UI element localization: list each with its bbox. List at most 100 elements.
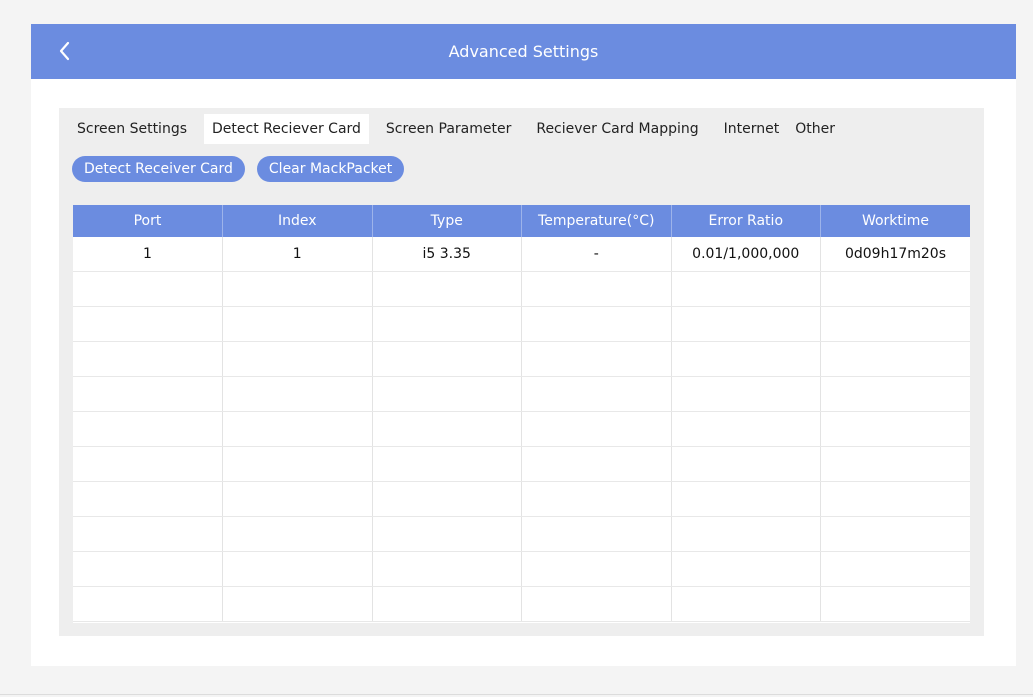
empty-cell: [521, 376, 672, 412]
empty-cell: [521, 551, 672, 587]
empty-cell: [73, 411, 223, 447]
cell-type: i5 3.35: [372, 237, 522, 272]
empty-cell: [73, 516, 223, 552]
empty-cell: [521, 481, 672, 517]
empty-cell: [222, 551, 373, 587]
table-row-empty: [73, 271, 970, 307]
table-row-empty: [73, 341, 970, 377]
tab-bar: Screen Settings Detect Reciever Card Scr…: [59, 108, 984, 144]
empty-cell: [671, 341, 821, 377]
action-buttons: Detect Receiver Card Clear MackPacket: [72, 156, 416, 182]
empty-cell: [222, 271, 373, 307]
receiver-card-table: Port Index Type Temperature(°C) Error Ra…: [73, 205, 970, 623]
empty-cell: [73, 481, 223, 517]
column-header-temperature: Temperature(°C): [521, 205, 672, 237]
cell-temperature: -: [521, 237, 672, 272]
column-header-index: Index: [222, 205, 373, 237]
empty-cell: [820, 551, 970, 587]
page-bottom-divider: [0, 694, 1033, 695]
empty-cell: [222, 411, 373, 447]
empty-cell: [73, 376, 223, 412]
table-row-empty: [73, 446, 970, 482]
tab-other[interactable]: Other: [787, 114, 843, 144]
column-header-type: Type: [372, 205, 522, 237]
empty-cell: [73, 341, 223, 377]
tab-screen-settings[interactable]: Screen Settings: [69, 114, 195, 144]
empty-cell: [671, 551, 821, 587]
empty-cell: [372, 411, 522, 447]
empty-cell: [372, 341, 522, 377]
table-row-empty: [73, 516, 970, 552]
empty-cell: [73, 271, 223, 307]
empty-cell: [521, 271, 672, 307]
table-row-empty: [73, 411, 970, 447]
empty-cell: [372, 481, 522, 517]
empty-cell: [521, 446, 672, 482]
tab-detect-reciever-card[interactable]: Detect Reciever Card: [204, 114, 369, 144]
empty-cell: [222, 586, 373, 622]
back-button[interactable]: [51, 37, 79, 65]
empty-cell: [73, 306, 223, 342]
empty-cell: [671, 516, 821, 552]
table-row-empty: [73, 376, 970, 412]
empty-cell: [372, 306, 522, 342]
advanced-settings-dialog: Advanced Settings Screen Settings Detect…: [31, 24, 1016, 666]
settings-panel: Screen Settings Detect Reciever Card Scr…: [59, 108, 984, 636]
table-row-empty: [73, 586, 970, 622]
empty-cell: [372, 376, 522, 412]
empty-cell: [671, 271, 821, 307]
empty-cell: [372, 516, 522, 552]
empty-cell: [820, 446, 970, 482]
page-title: Advanced Settings: [448, 42, 599, 61]
empty-cell: [820, 586, 970, 622]
empty-cell: [671, 481, 821, 517]
empty-cell: [671, 586, 821, 622]
empty-cell: [222, 306, 373, 342]
empty-cell: [222, 516, 373, 552]
empty-cell: [820, 341, 970, 377]
empty-cell: [73, 586, 223, 622]
header-bar: Advanced Settings: [31, 24, 1016, 79]
empty-cell: [671, 306, 821, 342]
empty-cell: [671, 446, 821, 482]
empty-cell: [521, 516, 672, 552]
empty-cell: [820, 481, 970, 517]
table-row-empty: [73, 551, 970, 587]
empty-cell: [820, 306, 970, 342]
empty-cell: [222, 341, 373, 377]
empty-cell: [521, 341, 672, 377]
empty-cell: [372, 586, 522, 622]
empty-cell: [521, 586, 672, 622]
empty-cell: [820, 516, 970, 552]
table-row-empty: [73, 481, 970, 517]
column-header-error-ratio: Error Ratio: [671, 205, 821, 237]
column-header-port: Port: [73, 205, 223, 237]
cell-port: 1: [73, 237, 223, 272]
clear-mackpacket-button[interactable]: Clear MackPacket: [256, 156, 405, 182]
cell-index: 1: [222, 237, 373, 272]
empty-cell: [372, 551, 522, 587]
tab-internet[interactable]: Internet: [716, 114, 788, 144]
table-row[interactable]: 1 1 i5 3.35 - 0.01/1,000,000 0d09h17m20s: [73, 237, 970, 272]
empty-cell: [820, 376, 970, 412]
table-row-empty: [73, 306, 970, 342]
empty-cell: [372, 271, 522, 307]
empty-cell: [73, 446, 223, 482]
cell-worktime: 0d09h17m20s: [820, 237, 970, 272]
empty-cell: [73, 551, 223, 587]
empty-cell: [820, 411, 970, 447]
table-header-row: Port Index Type Temperature(°C) Error Ra…: [73, 205, 970, 237]
tab-screen-parameter[interactable]: Screen Parameter: [378, 114, 519, 144]
empty-cell: [521, 411, 672, 447]
tab-reciever-card-mapping[interactable]: Reciever Card Mapping: [528, 114, 706, 144]
column-header-worktime: Worktime: [820, 205, 970, 237]
empty-cell: [222, 481, 373, 517]
empty-cell: [372, 446, 522, 482]
empty-cell: [820, 271, 970, 307]
empty-cell: [222, 376, 373, 412]
cell-error-ratio: 0.01/1,000,000: [671, 237, 821, 272]
chevron-left-icon: [59, 41, 70, 61]
empty-cell: [222, 446, 373, 482]
detect-receiver-card-button[interactable]: Detect Receiver Card: [72, 156, 245, 182]
empty-cell: [521, 306, 672, 342]
